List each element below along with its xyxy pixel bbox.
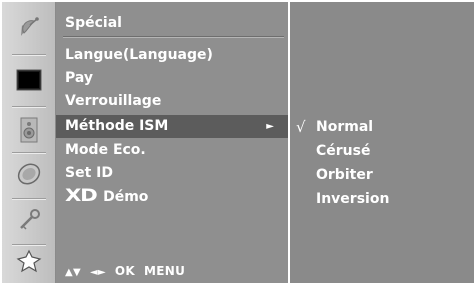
menu-item-label: Méthode ISM [65, 118, 169, 134]
satellite-dish-icon[interactable] [2, 6, 56, 50]
osd-menu: Spécial Langue(Language) Pay Verrouillag… [0, 0, 476, 285]
left-right-arrows-icon: ◄► [89, 267, 106, 278]
ok-hint: OK [114, 264, 136, 278]
submenu-item-orbiter[interactable]: Orbiter [290, 163, 474, 187]
menu-item-mode-eco[interactable]: Mode Eco. [56, 139, 288, 162]
xd-logo: XD [65, 186, 98, 206]
menu-item-pay[interactable]: Pay [56, 67, 288, 90]
clock-icon[interactable] [2, 152, 56, 196]
speaker-icon[interactable] [2, 108, 56, 152]
special-settings-icon[interactable] [2, 240, 56, 284]
menu-item-label: Set ID [65, 165, 113, 181]
submenu-item-inversion[interactable]: Inversion [290, 187, 474, 211]
menu-item-set-id[interactable]: Set ID [56, 162, 288, 185]
menu-item-verrouillage[interactable]: Verrouillage [56, 90, 288, 113]
submenu-item-label: Orbiter [316, 167, 373, 183]
arrow-right-icon: ► [266, 121, 274, 132]
icon-sidebar [2, 2, 56, 283]
navigation-hint: ▲▼ ◄► OK MENU [65, 264, 185, 278]
submenu-item-label: Cérusé [316, 143, 371, 159]
menu-item-methode-ism[interactable]: Méthode ISM ► [56, 115, 288, 138]
submenu-item-label: Normal [316, 119, 374, 135]
menu-item-xd-demo[interactable]: XD Démo [56, 185, 288, 208]
key-icon[interactable] [2, 198, 56, 242]
screen-icon[interactable] [2, 58, 56, 102]
menu-item-label: Langue(Language) [65, 47, 213, 63]
title-divider [63, 36, 284, 38]
menu-title: Spécial [65, 15, 122, 31]
menu-item-label: Verrouillage [65, 93, 162, 109]
submenu-item-ceruse[interactable]: Cérusé [290, 139, 474, 163]
menu-item-label: Pay [65, 70, 94, 86]
menu-item-langue[interactable]: Langue(Language) [56, 44, 288, 67]
up-down-arrows-icon: ▲▼ [65, 267, 81, 278]
submenu-panel: √ Normal Cérusé Orbiter Inversion [290, 2, 474, 283]
submenu-item-label: Inversion [316, 191, 390, 207]
main-menu-panel: Spécial Langue(Language) Pay Verrouillag… [56, 2, 288, 283]
menu-hint: MENU [143, 264, 186, 278]
check-icon: √ [296, 118, 306, 136]
submenu-item-normal[interactable]: √ Normal [290, 115, 474, 139]
menu-item-label: Mode Eco. [65, 142, 146, 158]
menu-item-label: Démo [103, 189, 149, 205]
